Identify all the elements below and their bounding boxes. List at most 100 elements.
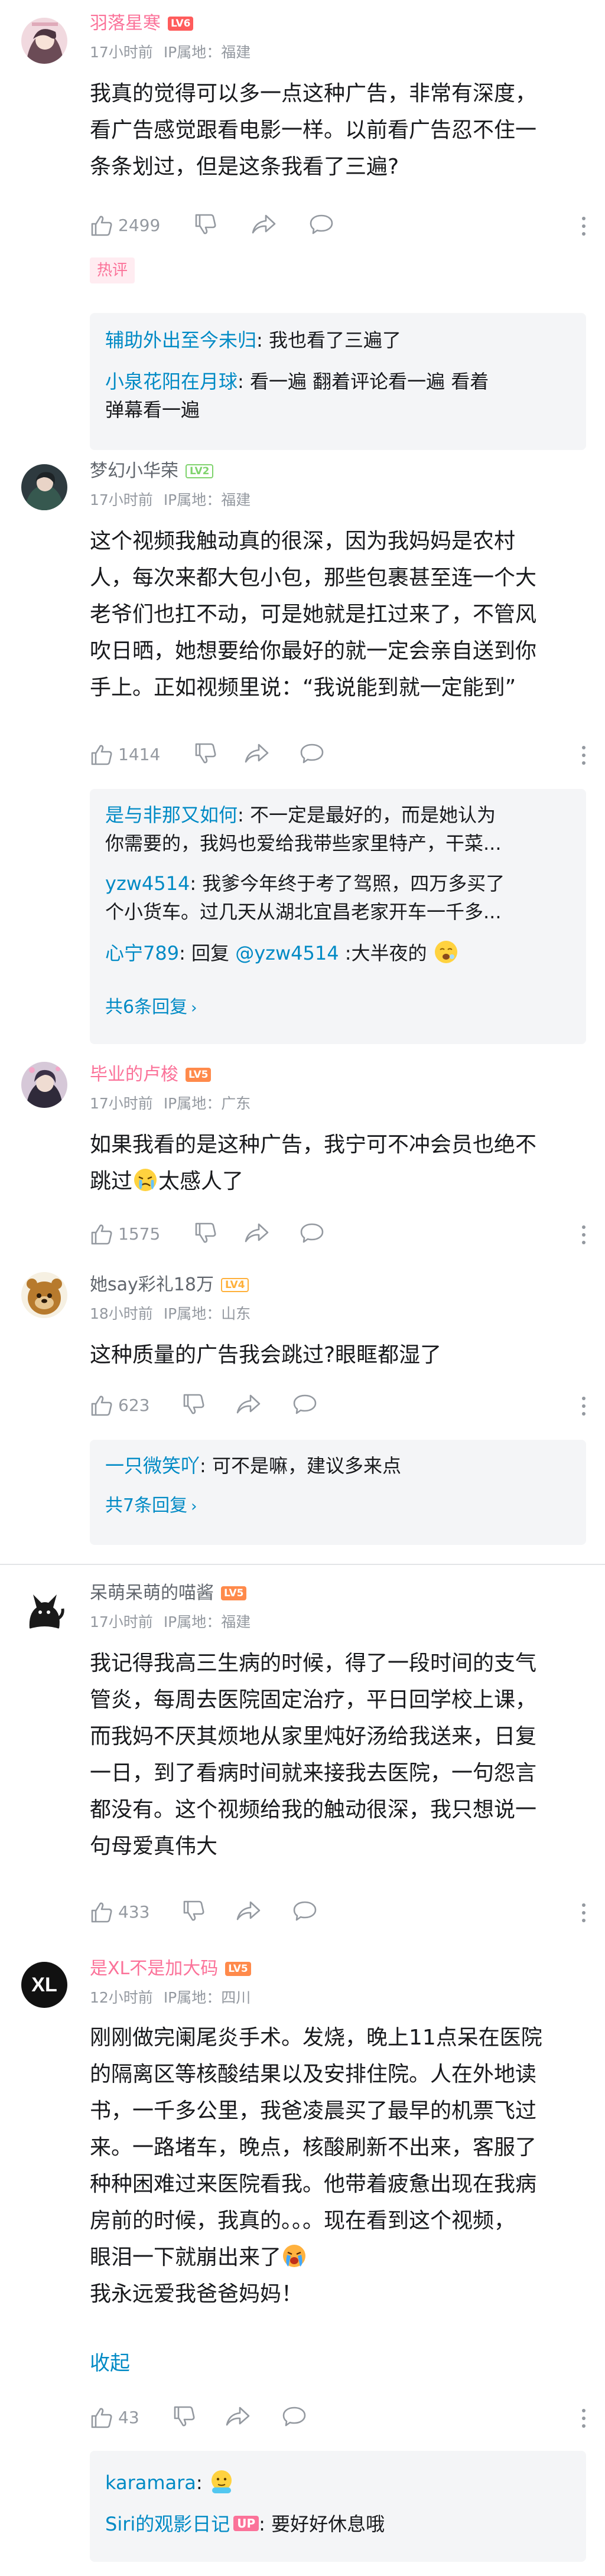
thumb-up-icon: [91, 745, 112, 765]
mention-link[interactable]: @yzw4514: [235, 942, 339, 964]
comment-line: 一日，到了看病时间就来接我去医院，一句怨言: [90, 1761, 537, 1785]
username-row: 呆萌呆萌的喵酱 LV5: [90, 1582, 247, 1605]
reply-username[interactable]: yzw4514: [105, 872, 190, 895]
comment-meta: 18小时前 IP属地：山东: [90, 1304, 251, 1324]
avatar[interactable]: [21, 1272, 67, 1318]
share-button[interactable]: [243, 1221, 269, 1245]
username-row: 是XL不是加大码 LV5: [90, 1957, 251, 1981]
reply-text: 弹幕看一遍: [105, 399, 200, 421]
like-button[interactable]: 2499: [90, 213, 160, 239]
comment-meta: 17小时前 IP属地：福建: [90, 490, 251, 510]
reply-button[interactable]: [292, 1393, 318, 1416]
comment-line-part: 太感人了: [158, 1169, 244, 1194]
reply-text: :: [196, 2471, 203, 2494]
username[interactable]: 她say彩礼18万: [90, 1273, 214, 1297]
reply-username[interactable]: 一只微笑吖: [105, 1455, 200, 1477]
comment-line: 如果我看的是这种广告，我宁可不冲会员也绝不: [90, 1133, 537, 1157]
like-button[interactable]: 433: [90, 1899, 149, 1925]
view-all-replies-link[interactable]: 共7条回复 ›: [105, 1494, 197, 1518]
more-options-icon[interactable]: [581, 216, 586, 236]
reply-username[interactable]: 是与非那又如何: [105, 804, 238, 826]
like-button[interactable]: 623: [90, 1393, 149, 1419]
username-row: 羽落星寒 LV6: [90, 12, 194, 35]
username-row: 她say彩礼18万 LV4: [90, 1273, 249, 1297]
comment-time: 17小时前: [90, 1095, 153, 1112]
username[interactable]: 是XL不是加大码: [90, 1957, 218, 1981]
crying-emoji-icon: [134, 1169, 157, 1191]
dislike-button[interactable]: [182, 1393, 206, 1416]
comment-bubble-icon: [300, 1223, 324, 1243]
level-badge: LV6: [168, 17, 194, 31]
reply-preview[interactable]: 辅助外出至今未归: 我也看了三遍了 小泉花阳在月球: 看一遍 翻着评论看一遍 看…: [90, 313, 586, 450]
dislike-button[interactable]: [194, 742, 217, 765]
more-options-icon[interactable]: [581, 1225, 586, 1245]
thumb-up-icon: [91, 2408, 112, 2428]
like-count: 43: [118, 2408, 139, 2427]
like-button[interactable]: 1575: [90, 1221, 160, 1247]
level-badge: LV4: [220, 1278, 249, 1292]
username[interactable]: 羽落星寒: [90, 12, 161, 35]
reply-preview[interactable]: karamara: Siri的观影日记 UP: 要好好休息哦: [90, 2451, 586, 2562]
reply-preview[interactable]: 一只微笑吖: 可不是嘛，建议多来点 共7条回复 ›: [90, 1440, 586, 1545]
thumb-up-icon: [91, 216, 112, 236]
action-bar: 623: [90, 1393, 592, 1419]
more-options-icon[interactable]: [581, 2408, 586, 2428]
reply-preview[interactable]: 是与非那又如何: 不一定是最好的，而是她认为 你需要的，我妈也爱给我带些家里特产…: [90, 789, 586, 1044]
avatar[interactable]: [21, 464, 67, 510]
reply-username[interactable]: 小泉花阳在月球: [105, 370, 238, 393]
avatar[interactable]: [21, 1587, 67, 1633]
comment-line: 都没有。这个视频给我的触动很深，我只想说一: [90, 1798, 537, 1822]
username[interactable]: 梦幻小华荣: [90, 459, 178, 483]
avatar[interactable]: [21, 1062, 67, 1108]
reply-item[interactable]: 辅助外出至今未归: 我也看了三遍了: [105, 326, 573, 354]
comment-line: 这种质量的广告我会跳过?眼眶都湿了: [90, 1343, 442, 1367]
share-button[interactable]: [243, 742, 269, 765]
reply-item[interactable]: Siri的观影日记 UP: 要好好休息哦: [105, 2510, 573, 2538]
comment-text: 刚刚做完阑尾炎手术。发烧，晚上11点呆在医院 的隔离区等核酸结果以及安排住院。人…: [90, 2020, 586, 2313]
reply-username[interactable]: Siri的观影日记: [105, 2513, 230, 2535]
comment-list: 羽落星寒 LV6 17小时前 IP属地：福建 我真的觉得可以多一点这种广告，非常有…: [0, 0, 605, 2576]
share-button[interactable]: [235, 1899, 261, 1923]
avatar[interactable]: XL: [21, 1962, 67, 2008]
reply-item[interactable]: 心宁789: 回复 @yzw4514 :大半夜的: [105, 939, 573, 967]
comment-text: 我真的觉得可以多一点这种广告，非常有深度， 看广告感觉跟看电影一样。以前看广告忍…: [90, 76, 586, 185]
reply-item[interactable]: karamara:: [105, 2469, 573, 2497]
reply-item[interactable]: 是与非那又如何: 不一定是最好的，而是她认为 你需要的，我妈也爱给我带些家里特产…: [105, 801, 573, 857]
reply-button[interactable]: [308, 213, 334, 236]
action-bar: 1414: [90, 742, 592, 768]
avatar[interactable]: [21, 18, 67, 64]
thinking-emoji-icon: [211, 2470, 232, 2493]
comment-bubble-icon: [300, 744, 324, 764]
username[interactable]: 毕业的卢梭: [90, 1063, 178, 1087]
dislike-button[interactable]: [182, 1899, 206, 1923]
more-options-icon[interactable]: [581, 745, 586, 765]
reply-username[interactable]: 辅助外出至今未归: [105, 329, 256, 351]
collapse-link[interactable]: 收起: [90, 2350, 130, 2376]
dislike-button[interactable]: [194, 1221, 217, 1245]
comment-meta: 12小时前 IP属地：四川: [90, 1988, 251, 2008]
reply-button[interactable]: [281, 2405, 307, 2428]
like-count: 2499: [118, 216, 161, 235]
dislike-button[interactable]: [194, 213, 217, 236]
reply-item[interactable]: 小泉花阳在月球: 看一遍 翻着评论看一遍 看着 弹幕看一遍: [105, 367, 573, 424]
username[interactable]: 呆萌呆萌的喵酱: [90, 1582, 214, 1605]
ip-location: IP属地：福建: [163, 44, 251, 61]
reply-item[interactable]: yzw4514: 我爹今年终于考了驾照，四万多买了 个小货车。过几天从湖北宜昌老…: [105, 869, 573, 926]
ip-location: IP属地：四川: [163, 1989, 251, 2006]
reply-item[interactable]: 一只微笑吖: 可不是嘛，建议多来点: [105, 1452, 573, 1480]
like-button[interactable]: 43: [90, 2405, 139, 2431]
share-button[interactable]: [251, 213, 277, 236]
like-button[interactable]: 1414: [90, 742, 160, 768]
reply-username[interactable]: 心宁789: [105, 942, 179, 964]
reply-button[interactable]: [299, 1221, 325, 1245]
reply-button[interactable]: [299, 742, 325, 765]
reply-username[interactable]: karamara: [105, 2471, 196, 2494]
more-options-icon[interactable]: [581, 1903, 586, 1923]
dislike-button[interactable]: [173, 2405, 196, 2428]
share-button[interactable]: [225, 2405, 251, 2428]
more-options-icon[interactable]: [581, 1396, 586, 1416]
share-button[interactable]: [235, 1393, 261, 1416]
view-all-replies-link[interactable]: 共6条回复 ›: [105, 996, 197, 1020]
svg-text:XL: XL: [31, 1974, 57, 1996]
reply-button[interactable]: [292, 1899, 318, 1923]
